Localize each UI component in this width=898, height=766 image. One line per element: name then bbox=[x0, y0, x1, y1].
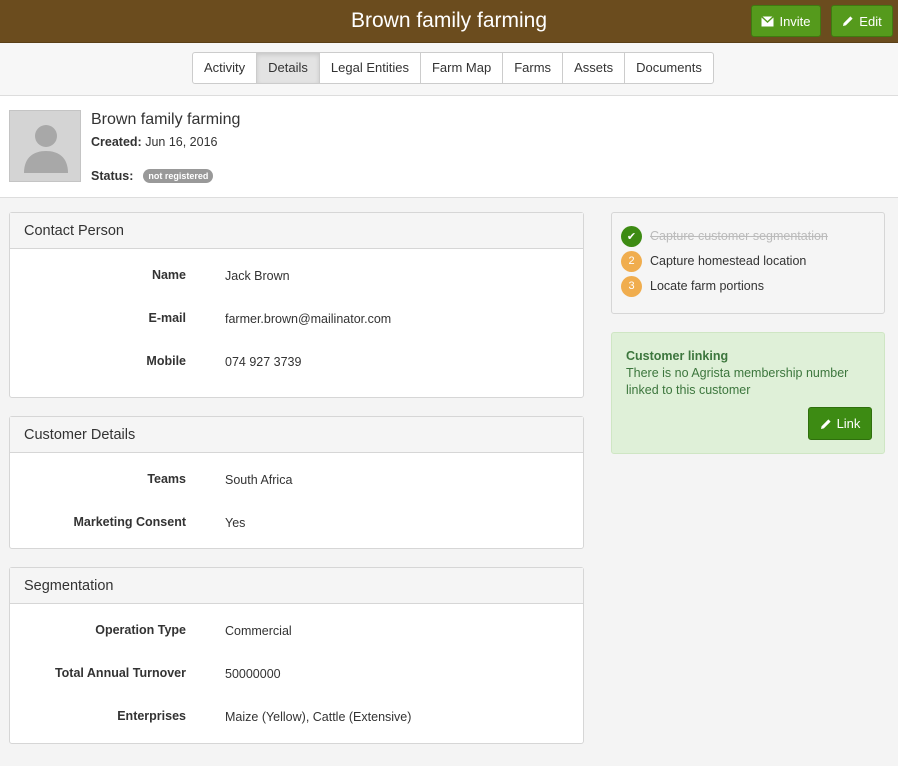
field-label: Operation Type bbox=[95, 623, 186, 637]
customer-details-heading: Customer Details bbox=[10, 417, 583, 453]
invite-button-label: Invite bbox=[779, 13, 811, 29]
field-label: Teams bbox=[147, 472, 186, 486]
created-label: Created: bbox=[91, 135, 142, 149]
segmentation-panel: Segmentation Operation Type Commercial T… bbox=[9, 567, 584, 744]
tab-documents[interactable]: Documents bbox=[625, 53, 713, 83]
checklist-item-segmentation[interactable]: ✔ Capture customer segmentation bbox=[621, 225, 828, 247]
tab-legal-entities[interactable]: Legal Entities bbox=[320, 53, 421, 83]
edit-button-label: Edit bbox=[859, 13, 882, 29]
field-value: 50000000 bbox=[225, 667, 281, 681]
tab-activity[interactable]: Activity bbox=[193, 53, 258, 83]
customer-header: Brown family farming Created: Jun 16, 20… bbox=[0, 96, 898, 198]
tab-farms[interactable]: Farms bbox=[503, 53, 564, 83]
status-badge: not registered bbox=[143, 169, 214, 183]
check-icon: ✔ bbox=[621, 225, 642, 247]
contact-person-panel: Contact Person Name Jack Brown E-mail fa… bbox=[9, 212, 584, 398]
link-button[interactable]: Link bbox=[808, 407, 872, 440]
field-label: Total Annual Turnover bbox=[54, 666, 186, 680]
segmentation-row-enterprises: Enterprises Maize (Yellow), Cattle (Exte… bbox=[10, 709, 583, 729]
checklist-item-farm-portions[interactable]: 3 Locate farm portions bbox=[621, 275, 764, 297]
customer-linking-title: Customer linking bbox=[626, 349, 729, 363]
contact-row-email: E-mail farmer.brown@mailinator.com bbox=[10, 311, 583, 331]
step-number-badge: 2 bbox=[621, 250, 642, 272]
onboarding-checklist: ✔ Capture customer segmentation 2 Captur… bbox=[611, 212, 885, 314]
field-value: South Africa bbox=[225, 473, 293, 487]
segmentation-row-operation-type: Operation Type Commercial bbox=[10, 623, 583, 643]
status-row: Status: not registered bbox=[91, 169, 214, 183]
tab-assets[interactable]: Assets bbox=[563, 53, 626, 83]
status-label: Status: bbox=[91, 169, 134, 183]
checklist-item-label: Locate farm portions bbox=[650, 279, 764, 293]
tab-farm-map[interactable]: Farm Map bbox=[421, 53, 504, 83]
tab-strip: Activity Details Legal Entities Farm Map… bbox=[0, 43, 898, 96]
pencil-icon bbox=[843, 16, 853, 26]
contact-person-heading: Contact Person bbox=[10, 213, 583, 249]
checklist-item-homestead[interactable]: 2 Capture homestead location bbox=[621, 250, 806, 272]
field-value: Yes bbox=[225, 516, 246, 530]
user-silhouette-icon bbox=[24, 125, 68, 173]
segmentation-heading: Segmentation bbox=[10, 568, 583, 604]
contact-row-name: Name Jack Brown bbox=[10, 268, 583, 288]
link-button-label: Link bbox=[836, 416, 861, 431]
field-label: Name bbox=[151, 268, 186, 282]
pencil-icon bbox=[820, 418, 831, 429]
segmentation-row-turnover: Total Annual Turnover 50000000 bbox=[10, 666, 583, 686]
details-row-marketing-consent: Marketing Consent Yes bbox=[10, 515, 583, 535]
field-label: Marketing Consent bbox=[73, 515, 186, 529]
customer-details-panel: Customer Details Teams South Africa Mark… bbox=[9, 416, 584, 549]
created-value: Jun 16, 2016 bbox=[145, 135, 218, 149]
field-label: Enterprises bbox=[117, 709, 186, 723]
checklist-item-label: Capture customer segmentation bbox=[650, 229, 828, 243]
field-value: 074 927 3739 bbox=[225, 355, 302, 369]
tab-details[interactable]: Details bbox=[257, 53, 320, 83]
field-value: Maize (Yellow), Cattle (Extensive) bbox=[225, 710, 412, 724]
invite-button[interactable]: Invite bbox=[751, 5, 821, 37]
field-value: Jack Brown bbox=[225, 269, 290, 283]
checklist-item-label: Capture homestead location bbox=[650, 254, 807, 268]
top-bar: Brown family farming Invite Edit bbox=[0, 0, 898, 43]
avatar bbox=[9, 110, 81, 182]
edit-button[interactable]: Edit bbox=[831, 5, 893, 37]
customer-linking-text: There is no Agrista membership number li… bbox=[626, 366, 849, 397]
envelope-icon bbox=[761, 15, 775, 26]
details-row-teams: Teams South Africa bbox=[10, 472, 583, 492]
created-date: Created: Jun 16, 2016 bbox=[91, 135, 218, 149]
customer-name: Brown family farming bbox=[91, 111, 241, 128]
field-value: Commercial bbox=[225, 624, 292, 638]
step-number-badge: 3 bbox=[621, 275, 642, 297]
field-label: Mobile bbox=[146, 354, 186, 368]
contact-row-mobile: Mobile 074 927 3739 bbox=[10, 354, 583, 374]
tab-bar: Activity Details Legal Entities Farm Map… bbox=[192, 52, 714, 84]
field-value: farmer.brown@mailinator.com bbox=[225, 312, 392, 326]
field-label: E-mail bbox=[148, 311, 186, 325]
customer-linking-panel: Customer linking There is no Agrista mem… bbox=[611, 332, 885, 454]
